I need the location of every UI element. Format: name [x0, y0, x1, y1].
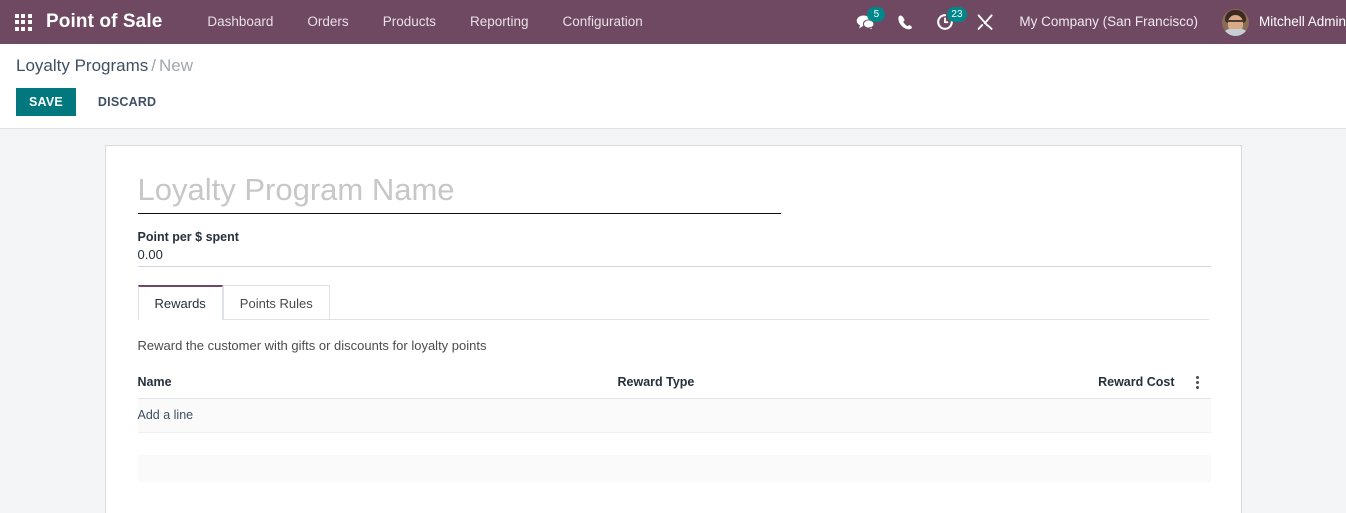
company-switcher[interactable]: My Company (San Francisco) — [1005, 0, 1212, 44]
control-panel: Loyalty Programs/New SAVE DISCARD — [0, 44, 1346, 129]
app-brand-title[interactable]: Point of Sale — [46, 11, 168, 33]
save-button[interactable]: SAVE — [16, 88, 76, 116]
messages-icon[interactable]: 5 — [845, 0, 885, 44]
activities-icon[interactable]: 23 — [925, 0, 965, 44]
username-label: Mitchell Admin — [1249, 0, 1346, 44]
tab-points-rules[interactable]: Points Rules — [223, 285, 330, 320]
program-name-field — [138, 172, 1209, 214]
apps-grid-glyph — [15, 14, 32, 31]
rewards-hint-text: Reward the customer with gifts or discou… — [138, 338, 1209, 353]
breadcrumb: Loyalty Programs/New — [16, 55, 1330, 77]
systray: 5 23 My Company (San Francisco) — [845, 0, 1346, 44]
column-header-name[interactable]: Name — [138, 375, 618, 399]
menu-item-configuration[interactable]: Configuration — [546, 0, 660, 44]
menu-item-orders[interactable]: Orders — [290, 0, 365, 44]
rewards-tab-pane: Reward the customer with gifts or discou… — [138, 320, 1209, 482]
column-header-reward-type[interactable]: Reward Type — [618, 375, 1098, 399]
breadcrumb-parent-link[interactable]: Loyalty Programs — [16, 56, 148, 75]
tools-icon[interactable] — [965, 0, 1005, 44]
messages-badge: 5 — [867, 7, 885, 22]
menu-item-products[interactable]: Products — [366, 0, 453, 44]
menu-item-reporting[interactable]: Reporting — [453, 0, 546, 44]
activities-badge: 23 — [947, 7, 966, 22]
apps-grid-icon[interactable] — [0, 0, 46, 44]
add-a-line-cell: Add a line — [138, 399, 1211, 433]
user-menu[interactable]: Mitchell Admin — [1212, 0, 1346, 44]
content-area: Point per $ spent Rewards Points Rules R… — [0, 129, 1346, 513]
tab-rewards[interactable]: Rewards — [138, 285, 223, 320]
vertical-dots-icon[interactable] — [1196, 376, 1199, 389]
add-a-line-link[interactable]: Add a line — [138, 408, 194, 422]
rewards-table-head: Name Reward Type Reward Cost — [138, 375, 1211, 399]
rewards-table-body: Add a line — [138, 399, 1211, 482]
main-menu: Dashboard Orders Products Reporting Conf… — [190, 0, 659, 44]
table-ghost-row — [138, 455, 1211, 482]
column-header-reward-cost[interactable]: Reward Cost — [1098, 375, 1185, 399]
discard-button[interactable]: DISCARD — [86, 88, 168, 116]
avatar — [1222, 9, 1249, 36]
breadcrumb-separator: / — [148, 56, 159, 75]
points-per-dollar-input[interactable] — [138, 247, 1211, 267]
notebook-tabs: Rewards Points Rules — [138, 285, 1209, 320]
rewards-table: Name Reward Type Reward Cost Add a line — [138, 375, 1211, 482]
breadcrumb-current: New — [159, 56, 193, 75]
form-action-buttons: SAVE DISCARD — [16, 88, 1330, 116]
notebook: Rewards Points Rules Reward the customer… — [138, 285, 1209, 482]
top-navbar: Point of Sale Dashboard Orders Products … — [0, 0, 1346, 44]
program-name-input[interactable] — [138, 172, 781, 214]
form-sheet: Point per $ spent Rewards Points Rules R… — [105, 145, 1242, 513]
table-header-row: Name Reward Type Reward Cost — [138, 375, 1211, 399]
points-per-dollar-field: Point per $ spent — [138, 230, 1209, 267]
phone-icon[interactable] — [885, 0, 925, 44]
points-per-dollar-label: Point per $ spent — [138, 230, 1209, 244]
menu-item-dashboard[interactable]: Dashboard — [190, 0, 290, 44]
column-options-header — [1185, 375, 1211, 399]
table-spacer-row — [138, 433, 1211, 455]
add-a-line-row[interactable]: Add a line — [138, 399, 1211, 433]
